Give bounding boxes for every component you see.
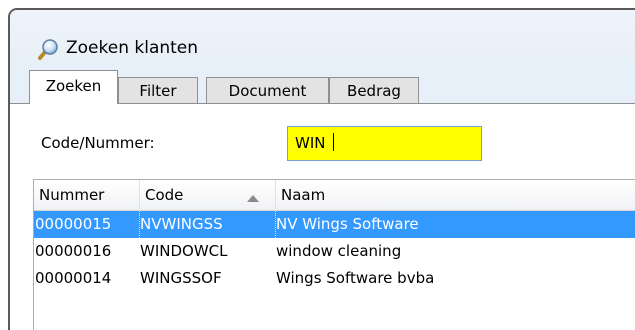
tab-document[interactable]: Document [206,77,329,103]
cell-code: WINGSSOF [140,269,222,287]
table-row[interactable]: 00000016 WINDOWCL window cleaning [34,238,635,265]
cell-nummer: 00000016 [35,242,112,260]
title-bar: Zoeken klanten [10,10,635,68]
sort-ascending-icon [246,189,260,202]
tab-zoeken[interactable]: Zoeken [29,70,118,104]
grid-header: Nummer Code Naam [34,180,635,211]
code-number-label: Code/Nummer: [41,134,155,152]
search-magnifier-icon [34,37,60,63]
code-number-value: WIN [295,134,331,152]
column-header-nummer[interactable]: Nummer [34,180,140,210]
cell-code: WINDOWCL [140,242,228,260]
text-caret [333,133,335,151]
cell-naam: NV Wings Software [276,215,419,233]
cell-nummer: 00000015 [35,211,140,238]
cell-naam: window cleaning [276,242,402,260]
search-customers-window: Zoeken klanten Zoeken Filter Document Be… [8,8,635,330]
table-row[interactable]: 00000015 NVWINGSS NV Wings Software [34,211,635,238]
cell-nummer: 00000014 [35,269,112,287]
tab-bedrag[interactable]: Bedrag [329,77,419,103]
cell-code: NVWINGSS [140,211,276,238]
tab-strip: Zoeken Filter Document Bedrag [10,68,635,104]
search-panel: Code/Nummer: WIN Nummer Code Naam 000000… [10,104,635,330]
column-header-naam[interactable]: Naam [276,180,635,210]
code-number-input[interactable]: WIN [287,126,482,161]
results-grid[interactable]: Nummer Code Naam 00000015 NVWINGSS NV Wi… [33,179,635,330]
column-header-code-label: Code [145,186,184,204]
table-row[interactable]: 00000014 WINGSSOF Wings Software bvba [34,265,635,292]
cell-naam: Wings Software bvba [276,269,435,287]
tab-filter[interactable]: Filter [118,77,198,103]
window-title: Zoeken klanten [66,38,199,58]
